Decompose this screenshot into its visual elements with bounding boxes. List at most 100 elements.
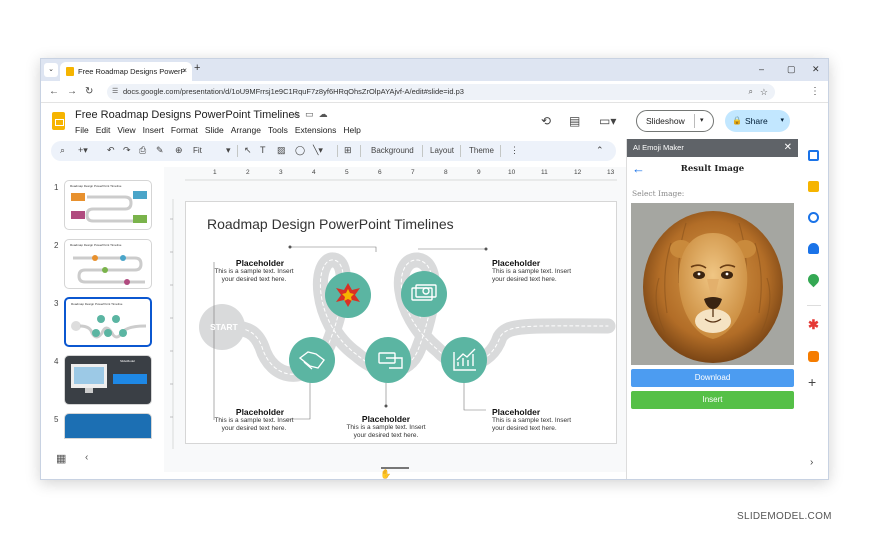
maximize-button[interactable]: ▢ xyxy=(787,64,796,75)
slide-number: 2 xyxy=(54,241,59,250)
download-button[interactable]: Download xyxy=(631,369,794,387)
more-options-icon[interactable]: ⋮ xyxy=(510,145,519,156)
move-folder-icon[interactable]: ▭ xyxy=(305,109,319,119)
zoom-icon[interactable]: ⊕ xyxy=(175,145,183,156)
placeholder-block-4[interactable]: Placeholder This is a sample text. Inser… xyxy=(340,414,432,440)
ai-emoji-maker-panel: AI Emoji Maker ✕ ← Result Image Select I… xyxy=(626,139,798,479)
slide-title[interactable]: Roadmap Design PowerPoint Timelines xyxy=(207,216,454,232)
collapse-toolbar-icon[interactable]: ⌃ xyxy=(596,145,604,156)
minimize-button[interactable]: – xyxy=(759,64,764,74)
placeholder-body: your desired text here. xyxy=(221,425,287,432)
tasks-icon[interactable] xyxy=(808,212,819,223)
placeholder-body: This is a sample text. Insert xyxy=(214,417,294,424)
menu-arrange[interactable]: Arrange xyxy=(231,125,261,135)
ruler-mark: 5 xyxy=(345,169,349,176)
shape-icon[interactable]: ◯ xyxy=(295,145,305,156)
ruler-mark: 13 xyxy=(607,169,615,176)
keep-icon[interactable] xyxy=(808,181,819,192)
theme-button[interactable]: Theme xyxy=(469,146,494,155)
star-icon[interactable]: ☆ xyxy=(292,109,305,119)
thumbnail-graphic xyxy=(71,315,147,339)
addon-star-icon[interactable]: ✱ xyxy=(808,317,819,333)
site-info-icon[interactable]: ☰ xyxy=(112,84,118,100)
comment-add-icon[interactable]: ⊞ xyxy=(344,145,352,156)
text-box-icon[interactable]: T xyxy=(260,145,266,155)
new-slide-icon[interactable]: +▾ xyxy=(78,145,88,156)
calendar-icon[interactable] xyxy=(808,150,819,161)
placeholder-body: your desired text here. xyxy=(221,276,287,283)
background-button[interactable]: Background xyxy=(371,146,414,155)
browser-tab[interactable]: Free Roadmap Designs PowerP × xyxy=(60,62,192,81)
history-icon[interactable]: ⟲ xyxy=(541,114,551,128)
meet-camera-icon[interactable]: ▭▾ xyxy=(599,114,616,128)
hand-tool-icon[interactable]: ✋ xyxy=(380,469,391,479)
browser-window: ⌄ Free Roadmap Designs PowerP × + – ▢ ✕ … xyxy=(40,58,829,480)
print-icon[interactable]: ⎙ xyxy=(139,145,146,156)
menu-format[interactable]: Format xyxy=(171,125,198,135)
menu-help[interactable]: Help xyxy=(343,125,360,135)
slideshow-button[interactable]: Slideshow ▾ xyxy=(636,110,714,132)
tab-search-icon[interactable]: ⌄ xyxy=(44,63,58,77)
addon-office-icon[interactable] xyxy=(808,351,819,362)
select-cursor-icon[interactable]: ↖ xyxy=(244,145,252,156)
url-input[interactable]: ☰ docs.google.com/presentation/d/1oU9MFr… xyxy=(107,84,775,100)
vertical-ruler xyxy=(170,199,174,449)
menu-extensions[interactable]: Extensions xyxy=(295,125,337,135)
expand-rail-icon[interactable]: › xyxy=(810,457,813,468)
placeholder-block-3[interactable]: Placeholder This is a sample text. Inser… xyxy=(208,407,300,433)
zoom-dropdown-icon[interactable]: ▾ xyxy=(226,145,231,156)
maps-icon[interactable] xyxy=(805,271,822,288)
menu-tools[interactable]: Tools xyxy=(268,125,288,135)
redo-icon[interactable]: ↷ xyxy=(123,145,131,156)
placeholder-body: your desired text here. xyxy=(492,425,557,432)
document-title[interactable]: Free Roadmap Designs PowerPoint Timeline… xyxy=(75,109,300,121)
placeholder-heading: Placeholder xyxy=(235,407,285,417)
forward-icon[interactable]: → xyxy=(67,86,77,97)
get-addons-icon[interactable]: + xyxy=(808,374,816,390)
image-icon[interactable]: ▨ xyxy=(277,145,286,156)
collapse-filmstrip-icon[interactable]: ‹ xyxy=(85,452,88,463)
slide-canvas[interactable]: Roadmap Design PowerPoint Timelines STAR… xyxy=(185,201,617,444)
grid-view-icon[interactable]: ▦ xyxy=(56,452,66,465)
browser-menu-icon[interactable]: ⋮ xyxy=(810,86,820,97)
placeholder-block-1[interactable]: Placeholder This is a sample text. Inser… xyxy=(208,258,300,284)
bookmark-star-icon[interactable]: ☆ xyxy=(760,84,768,100)
slide-thumbnail-1[interactable]: Roadmap Design PowerPoint Timeline xyxy=(64,180,152,230)
share-dropdown-icon[interactable]: ▾ xyxy=(780,110,784,132)
placeholder-heading: Placeholder xyxy=(361,414,411,424)
contacts-icon[interactable] xyxy=(808,243,819,254)
share-button[interactable]: 🔒 Share ▾ xyxy=(725,110,790,132)
slide-thumbnail-5[interactable] xyxy=(64,413,152,439)
zoom-select[interactable]: Fit xyxy=(193,146,202,155)
lion-emoji-image[interactable] xyxy=(631,203,794,365)
placeholder-block-2[interactable]: Placeholder This is a sample text. Inser… xyxy=(492,258,588,284)
search-menus-icon[interactable]: ⌕ xyxy=(60,145,65,156)
menu-file[interactable]: File xyxy=(75,125,89,135)
comments-icon[interactable]: ▤ xyxy=(569,114,580,128)
back-icon[interactable]: ← xyxy=(49,86,59,97)
url-text: docs.google.com/presentation/d/1oU9MFrrs… xyxy=(123,87,464,96)
slideshow-dropdown-icon[interactable]: ▾ xyxy=(700,111,704,131)
reload-icon[interactable]: ↻ xyxy=(85,86,93,97)
slide-thumbnail-3[interactable]: Roadmap Design PowerPoint Timeline xyxy=(64,297,152,347)
close-window-button[interactable]: ✕ xyxy=(812,64,820,75)
menu-view[interactable]: View xyxy=(117,125,135,135)
cloud-status-icon[interactable]: ☁ xyxy=(319,109,333,119)
tab-close-icon[interactable]: × xyxy=(182,66,187,75)
menu-slide[interactable]: Slide xyxy=(205,125,224,135)
menu-insert[interactable]: Insert xyxy=(143,125,164,135)
menu-edit[interactable]: Edit xyxy=(96,125,111,135)
zoom-icon[interactable]: ⌕ xyxy=(749,84,753,100)
undo-icon[interactable]: ↶ xyxy=(107,145,115,156)
line-icon[interactable]: ╲▾ xyxy=(313,145,323,156)
layout-button[interactable]: Layout xyxy=(430,146,454,155)
slides-logo-icon[interactable] xyxy=(52,112,65,130)
panel-close-icon[interactable]: ✕ xyxy=(784,139,792,157)
paint-format-icon[interactable]: ✎ xyxy=(156,145,164,156)
side-rail: ✱ + › xyxy=(798,139,828,479)
insert-button[interactable]: Insert xyxy=(631,391,794,409)
slide-thumbnail-2[interactable]: Roadmap Design PowerPoint Timeline xyxy=(64,239,152,289)
new-tab-button[interactable]: + xyxy=(194,62,200,74)
slide-thumbnail-4[interactable]: SlideModel xyxy=(64,355,152,405)
placeholder-block-5[interactable]: Placeholder This is a sample text. Inser… xyxy=(492,407,588,433)
